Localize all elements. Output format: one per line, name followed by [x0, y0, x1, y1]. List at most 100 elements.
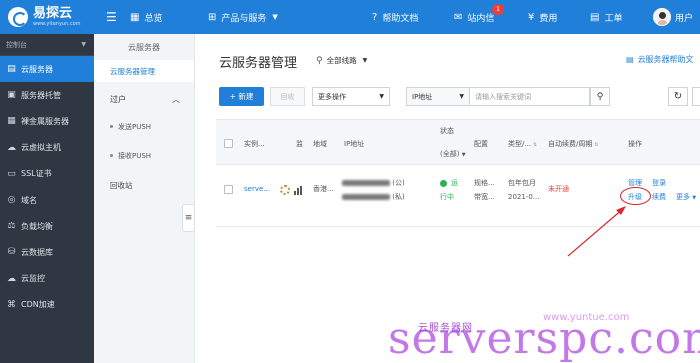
- login-link[interactable]: 登录: [652, 177, 666, 189]
- message-count-badge: 1: [492, 4, 504, 15]
- sidebar-item-bare-metal[interactable]: ▦ 裸金属服务器: [0, 108, 94, 134]
- row-checkbox[interactable]: [224, 185, 233, 194]
- instance-name-link[interactable]: serve...: [244, 183, 270, 195]
- subnav-item-receive-push[interactable]: 接收PUSH: [94, 141, 194, 170]
- user-name: 用户: [675, 13, 694, 24]
- search-field-select[interactable]: IP地址 ▼: [406, 87, 470, 106]
- status-dot-icon: [440, 179, 447, 187]
- user-menu[interactable]: 用户: [653, 0, 693, 34]
- sidebar-heading[interactable]: 控制台 ▼: [0, 34, 94, 56]
- col-renew[interactable]: 自动续费/周期 ⇅: [548, 139, 599, 149]
- bar-chart-icon[interactable]: [294, 185, 302, 195]
- col-instance[interactable]: 实例...: [244, 139, 265, 149]
- logo-icon: [8, 7, 28, 27]
- sidebar-item-domain[interactable]: ◎ 域名: [0, 187, 94, 213]
- status-text-2: 行中: [440, 193, 454, 201]
- watermark-small: 云服务器网: [418, 323, 473, 334]
- caret-down-icon: ▼: [692, 195, 697, 201]
- billing-type: 包年包月: [508, 179, 536, 187]
- status-running: 运: [440, 177, 458, 189]
- sidebar-item-database[interactable]: ⛁ 云数据库: [0, 239, 94, 265]
- subnav-item-manage[interactable]: 云服务器管理: [94, 60, 194, 82]
- gear-icon[interactable]: [280, 185, 290, 195]
- col-status: 状态: [440, 127, 454, 135]
- more-ops-label: 更多操作: [318, 92, 346, 101]
- refresh-button[interactable]: ↻: [668, 87, 688, 106]
- nav-tickets[interactable]: ▤ 工单: [590, 0, 622, 34]
- sidebar-item-label: 负载均衡: [21, 221, 53, 231]
- sidebar-heading-label: 控制台: [6, 40, 27, 49]
- region-selector[interactable]: ⚲ 全部线路 ▼: [316, 55, 367, 66]
- region-label: 全部线路: [326, 56, 357, 65]
- subnav-group-transfer[interactable]: 过户 ︿: [94, 86, 194, 112]
- caret-down-icon: ▼: [379, 93, 384, 100]
- nav-messages[interactable]: ✉ 站内信 1: [454, 0, 504, 34]
- caret-down-icon: ▼: [81, 41, 86, 48]
- ticket-icon: ▤: [590, 11, 600, 23]
- nav-products[interactable]: ⊞ 产品与服务 ▼: [208, 0, 278, 34]
- database-icon: ⛁: [7, 247, 16, 258]
- sidebar-item-label: 云服务器: [21, 64, 53, 74]
- nav-help-docs-label: 帮助文档: [382, 13, 419, 24]
- sidebar-item-label: 云监控: [21, 274, 45, 284]
- ip-public-tag: (公): [392, 179, 405, 187]
- server-icon: ▤: [7, 64, 16, 75]
- sidebar-item-hosting[interactable]: ▣ 服务器托管: [0, 82, 94, 108]
- chevron-up-icon: ︿: [172, 94, 180, 104]
- caret-down-icon: ▼: [362, 57, 368, 64]
- sidebar-item-monitor[interactable]: ☁ 云监控: [0, 266, 94, 292]
- sidebar-item-load-balance[interactable]: ⚖ 负载均衡: [0, 213, 94, 239]
- status-filter-label: (全部): [440, 150, 460, 158]
- search-icon: ⚲: [596, 91, 604, 102]
- sidebar-item-cdn[interactable]: ⌘ CDN加速: [0, 292, 94, 318]
- recycle-button[interactable]: 回收: [270, 87, 305, 106]
- col-region: 地域: [313, 140, 327, 148]
- monitor-icon: ☁: [7, 273, 16, 284]
- renew-link[interactable]: 续费: [652, 191, 666, 203]
- new-button[interactable]: + 新建: [219, 87, 264, 106]
- search-button[interactable]: ⚲: [590, 87, 610, 106]
- nav-help-docs[interactable]: ? 帮助文档: [372, 0, 418, 34]
- top-navbar: 易探云 www.yitanyun.com ☰ ▦ 总览 ⊞ 产品与服务 ▼ ? 帮助文档…: [0, 0, 700, 34]
- bullet-icon: [110, 125, 113, 128]
- search-input[interactable]: 请输入搜索关键词: [470, 87, 590, 106]
- sort-icon: ⇅: [594, 142, 599, 148]
- menu-toggle-button[interactable]: ☰: [106, 0, 117, 34]
- subnav-group-label: 过户: [110, 94, 126, 104]
- more-ops-select[interactable]: 更多操作 ▼: [312, 87, 390, 106]
- col-type-label: 类型/...: [508, 140, 532, 148]
- sidebar-item-cloud-server[interactable]: ▤ 云服务器: [0, 56, 94, 83]
- sidebar-item-label: SSL证书: [21, 169, 52, 179]
- table-header: 实例... 监 地域 IP地址 状态 (全部) ▼ 配置 类型/... ⇅ 自动续…: [216, 119, 700, 165]
- more-menu[interactable]: 更多 ▼: [676, 191, 696, 204]
- sidebar-item-virtual-host[interactable]: ☁ 云虚拟主机: [0, 135, 94, 161]
- region-value: 香港...: [313, 185, 334, 193]
- status-filter[interactable]: (全部) ▼: [440, 149, 466, 159]
- col-config: 配置: [474, 140, 488, 148]
- ip-private-tag: (私): [392, 193, 405, 201]
- apps-icon: ⊞: [208, 11, 217, 23]
- help-doc-link[interactable]: ▤ 云服务器帮助文: [626, 54, 694, 65]
- col-ip: IP地址: [344, 140, 365, 148]
- cdn-icon: ⌘: [7, 299, 16, 310]
- nav-billing[interactable]: ¥ 费用: [528, 0, 557, 34]
- col-type[interactable]: 类型/... ⇅: [508, 139, 537, 149]
- cloud-host-icon: ☁: [7, 142, 16, 153]
- rack-icon: ▣: [7, 90, 16, 101]
- subnav-item-recycle[interactable]: 回收站: [94, 170, 194, 200]
- collapse-sidebar-handle[interactable]: ≡: [182, 204, 195, 232]
- nav-overview[interactable]: ▦ 总览: [130, 0, 162, 34]
- more-menu-label: 更多: [676, 193, 690, 201]
- subnav-item-send-push[interactable]: 发送PUSH: [94, 112, 194, 141]
- nav-billing-label: 费用: [539, 13, 558, 24]
- col-renew-label: 自动续费/周期: [548, 140, 593, 148]
- chevron-down-icon: ▼: [272, 13, 278, 21]
- subnav-item-label: 发送PUSH: [118, 122, 152, 131]
- help-icon: ?: [372, 11, 378, 23]
- select-all-checkbox[interactable]: [224, 139, 233, 148]
- settings-button[interactable]: [692, 87, 700, 106]
- sub-navigation: 云服务器 云服务器管理 过户 ︿ 发送PUSH 接收PUSH 回收站: [94, 34, 195, 363]
- sidebar-item-label: 裸金属服务器: [21, 116, 69, 126]
- sidebar-item-ssl[interactable]: ▭ SSL证书: [0, 161, 94, 187]
- logo[interactable]: 易探云 www.yitanyun.com: [8, 5, 81, 29]
